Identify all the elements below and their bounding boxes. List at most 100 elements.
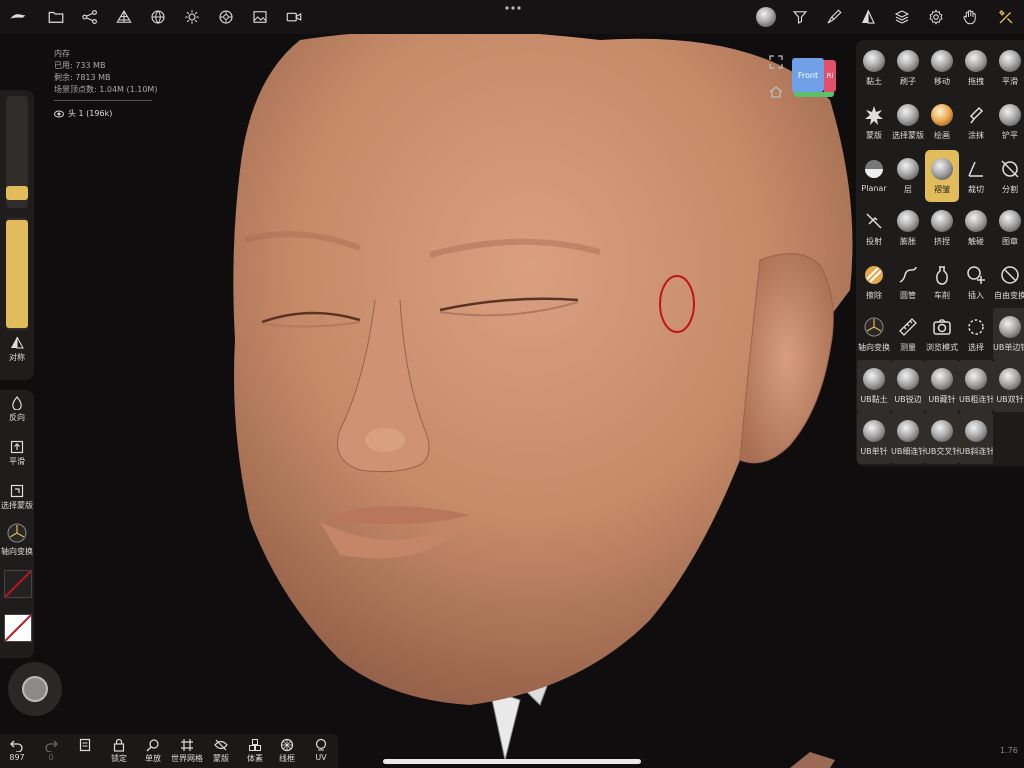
tool-mask[interactable]: 蒙版 [857, 96, 891, 148]
symmetry-button[interactable]: 对称 [0, 336, 34, 363]
lock-button[interactable]: 锁定 [102, 738, 136, 764]
tool-ub-cross-stitch[interactable]: UB交叉针 [925, 412, 959, 464]
intensity-slider[interactable] [6, 218, 28, 330]
mask-visibility-button[interactable]: 蒙版 [204, 738, 238, 764]
tool-axis-transform[interactable]: 轴向变换 [857, 308, 891, 360]
tool-smudge[interactable]: 涂抹 [959, 96, 993, 148]
insert-icon [965, 264, 987, 286]
tool-ub-sharp-edge[interactable]: UB锐边 [891, 360, 925, 412]
tool-label: 移动 [934, 77, 950, 86]
tool-ub-fine-chain[interactable]: UB细连针 [891, 412, 925, 464]
tool-ub-single-edge[interactable]: UB单边针 [993, 308, 1024, 360]
undo-button[interactable]: 897 [0, 738, 34, 762]
tool-ub-clay[interactable]: UB黏土 [857, 360, 891, 412]
solo-button[interactable]: 单放 [136, 738, 170, 764]
tool-erase[interactable]: 擦除 [857, 256, 891, 308]
tools-icon[interactable] [994, 5, 1018, 29]
tool-trim[interactable]: 裁切 [959, 150, 993, 202]
uv-button[interactable]: UV [304, 738, 338, 762]
tool-paint[interactable]: 绘画 [925, 96, 959, 148]
view-cube-right[interactable]: Ri [824, 60, 836, 92]
tool-smooth[interactable]: 平滑 [993, 42, 1024, 94]
magnifier-icon [146, 739, 159, 752]
tool-tube[interactable]: 圆管 [891, 256, 925, 308]
world-grid-button[interactable]: 世界网格 [170, 738, 204, 764]
sphere-icon [965, 210, 987, 232]
tool-label: UB粗连针 [959, 395, 993, 404]
app-logo-icon[interactable] [6, 5, 30, 29]
tool-pinch[interactable]: 挤捏 [925, 202, 959, 254]
sphere-icon [863, 368, 885, 390]
tool-free-transform[interactable]: 自由变换 [993, 256, 1024, 308]
view-cube-bottom[interactable] [794, 92, 834, 97]
tool-ub-slant-chain[interactable]: UB斜连针 [959, 412, 993, 464]
gesture-hand-icon[interactable] [958, 5, 982, 29]
tool-ub-double-stitch[interactable]: UB双针 [993, 360, 1024, 412]
sun-icon[interactable] [180, 5, 204, 29]
tool-select-mask[interactable]: 选择蒙版 [891, 96, 925, 148]
tool-ub-hidden-stitch[interactable]: UB藏针 [925, 360, 959, 412]
filter-icon[interactable] [788, 5, 812, 29]
view-cube-front[interactable]: Front [792, 58, 824, 92]
wireframe-button[interactable]: 线框 [270, 738, 304, 764]
tool-measure[interactable]: 测量 [891, 308, 925, 360]
axis-transform-button[interactable]: 轴向变换 [0, 522, 34, 557]
tool-layer[interactable]: 层 [891, 150, 925, 202]
settings-gear-icon[interactable] [924, 5, 948, 29]
select-mask-label: 选择蒙版 [1, 501, 33, 510]
video-camera-icon[interactable] [282, 5, 306, 29]
material-icon[interactable] [214, 5, 238, 29]
fullscreen-icon[interactable] [768, 54, 784, 70]
symmetry-icon[interactable] [856, 5, 880, 29]
tool-move[interactable]: 移动 [925, 42, 959, 94]
more-dots-icon[interactable] [503, 4, 523, 12]
tool-inflate[interactable]: 膨胀 [891, 202, 925, 254]
lathe-icon [931, 264, 953, 286]
tool-brush[interactable]: 刷子 [891, 42, 925, 94]
tool-ub-thick-chain[interactable]: UB粗连针 [959, 360, 993, 412]
tool-crease[interactable]: 褶皱 [925, 150, 959, 202]
smooth-button[interactable]: 平滑 [0, 440, 34, 467]
tool-label: UB细连针 [891, 447, 925, 456]
globe-icon[interactable] [146, 5, 170, 29]
home-view-icon[interactable] [768, 84, 784, 100]
home-indicator[interactable] [383, 759, 641, 764]
tool-flatten[interactable]: 铲平 [993, 96, 1024, 148]
redo-button[interactable]: 0 [34, 738, 68, 762]
brush-icon[interactable] [822, 5, 846, 29]
invert-button[interactable]: 反向 [0, 396, 34, 423]
select-mask-button[interactable]: 选择蒙版 [0, 484, 34, 511]
layers-icon[interactable] [890, 5, 914, 29]
image-icon[interactable] [248, 5, 272, 29]
tool-nudge[interactable]: 触碰 [959, 202, 993, 254]
tool-project[interactable]: 投射 [857, 202, 891, 254]
voxel-button[interactable]: 体素 [238, 738, 272, 764]
tool-split[interactable]: 分割 [993, 150, 1024, 202]
tool-insert[interactable]: 插入 [959, 256, 993, 308]
object-label[interactable]: 头 1 (196k) [54, 108, 112, 119]
topology-icon[interactable] [112, 5, 136, 29]
matcap-sphere-icon[interactable] [754, 5, 778, 29]
tool-stamp[interactable]: 图章 [993, 202, 1024, 254]
scene-graph-icon[interactable] [78, 5, 102, 29]
note-button[interactable] [68, 738, 102, 753]
view-cube[interactable]: Front Ri [792, 56, 838, 98]
primary-color-swatch[interactable] [4, 570, 32, 598]
tool-lathe[interactable]: 车削 [925, 256, 959, 308]
note-icon [79, 738, 91, 752]
lock-label: 锁定 [111, 754, 127, 763]
sphere-icon [931, 420, 953, 442]
joystick[interactable] [8, 662, 62, 716]
tool-ub-single-stitch[interactable]: UB单针 [857, 412, 891, 464]
joystick-knob[interactable] [22, 676, 48, 702]
tool-clay[interactable]: 黏土 [857, 42, 891, 94]
eye-icon[interactable] [54, 110, 64, 118]
folder-icon[interactable] [44, 5, 68, 29]
tool-planar[interactable]: Planar [857, 150, 891, 202]
tool-drag[interactable]: 拖拽 [959, 42, 993, 94]
tool-label: 分割 [1002, 185, 1018, 194]
secondary-color-swatch[interactable] [4, 614, 32, 642]
radius-slider[interactable] [6, 96, 28, 208]
tool-select[interactable]: 选择 [959, 308, 993, 360]
tool-view-mode[interactable]: 浏览模式 [925, 308, 959, 360]
